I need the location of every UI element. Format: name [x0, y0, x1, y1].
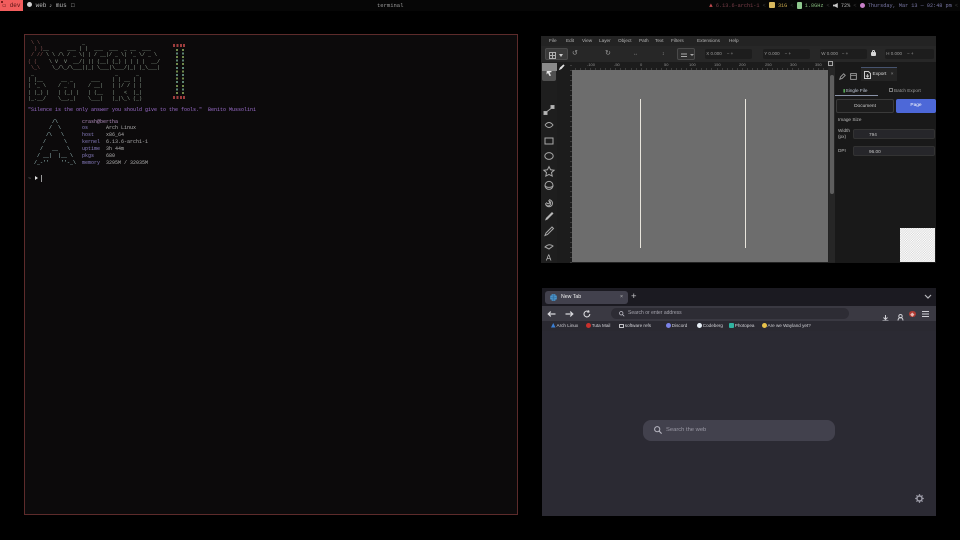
svg-text:A: A — [546, 254, 552, 263]
